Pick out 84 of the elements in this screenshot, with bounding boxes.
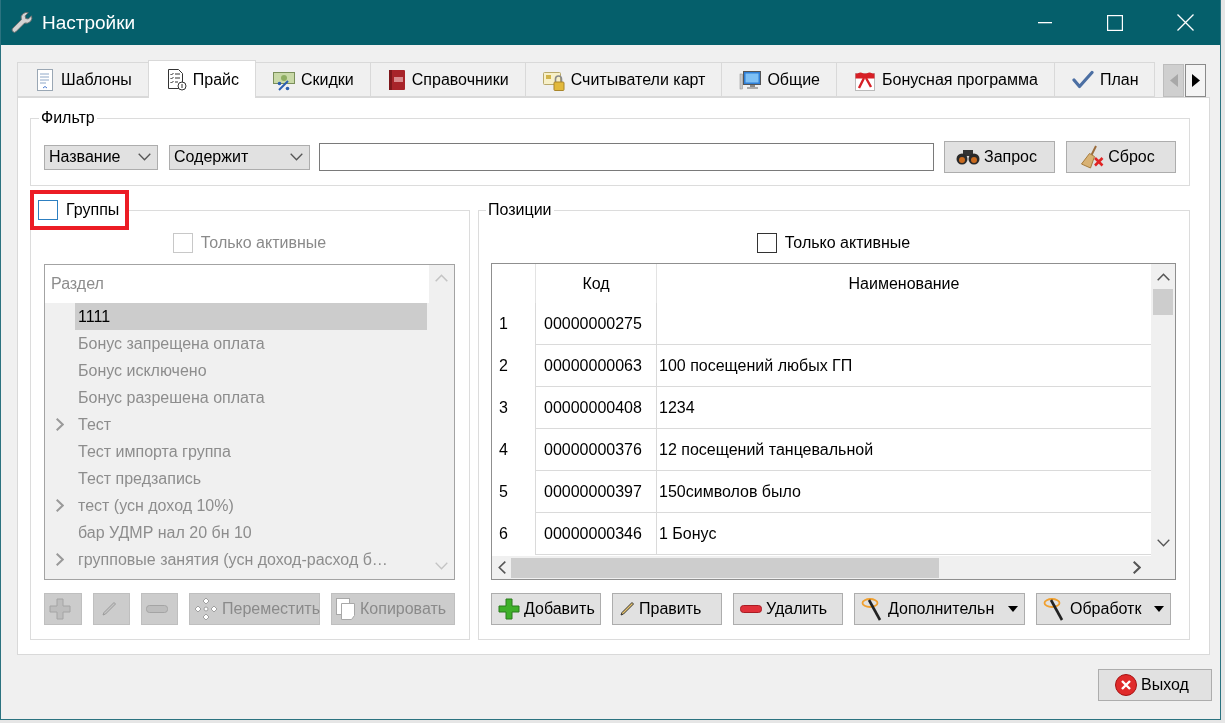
chevron-right-icon (1133, 561, 1141, 574)
checklist-document-icon (165, 68, 187, 91)
checkbox[interactable] (756, 233, 777, 253)
chevron-down-icon (290, 153, 303, 161)
triangle-left-icon (1169, 74, 1178, 87)
monitor-icon (739, 68, 762, 91)
tab[interactable]: Общие (721, 62, 837, 97)
edit-button[interactable]: Править (612, 593, 722, 625)
window-title: Настройки (42, 11, 137, 34)
menu-button[interactable]: Обработк (1036, 593, 1171, 625)
tab-scroll-button[interactable] (1185, 64, 1206, 97)
copy-icon (336, 598, 356, 620)
column-header[interactable]: Код (535, 264, 656, 303)
table-cell: 00000000397 (535, 471, 656, 513)
add-button[interactable]: Добавить (491, 593, 601, 625)
maximize-icon (1107, 14, 1123, 31)
wand-icon (861, 597, 884, 621)
table-cell: 150символов было (656, 471, 1151, 513)
chevron-up-icon (1156, 273, 1170, 281)
checkbox-label[interactable]: Только активные (784, 234, 911, 252)
table-cell: 00000000063 (535, 345, 656, 387)
table-cell: 00000000376 (535, 429, 656, 471)
table-cell: 1234 (656, 387, 1151, 429)
chevron-down-icon (435, 562, 448, 570)
row-number: 4 (498, 440, 509, 460)
chevron-right-icon (56, 418, 64, 431)
column-header: Раздел (45, 265, 429, 303)
close-circle-icon (1115, 674, 1138, 696)
book-icon (387, 68, 406, 91)
filter-input[interactable] (319, 143, 934, 171)
wand-icon (1043, 597, 1066, 621)
row-number: 3 (498, 398, 509, 418)
row-number: 5 (498, 482, 509, 502)
table-cell: 00000000408 (535, 387, 656, 429)
close-icon (1176, 14, 1194, 31)
table-cell: 00000000275 (535, 303, 656, 345)
table-cell: 00000000346 (535, 513, 656, 555)
plus-icon (498, 598, 520, 620)
chevron-right-icon (56, 553, 64, 566)
query-button[interactable]: Запрос (944, 141, 1055, 173)
check-icon (1071, 69, 1094, 90)
menu-button[interactable]: Дополнительн (854, 593, 1025, 625)
wrench-icon (10, 10, 34, 35)
vertical-scrollbar[interactable] (1151, 264, 1175, 556)
group-title: Фильтр (40, 109, 96, 127)
caret-down-icon (1008, 606, 1018, 612)
row-number: 1 (498, 314, 509, 334)
remove-button[interactable]: Удалить (733, 593, 843, 625)
group-title: Позиции (487, 200, 553, 220)
tab[interactable]: Справочники (369, 62, 526, 97)
row-number: 6 (498, 524, 509, 544)
reset-button[interactable]: Сброс (1066, 141, 1176, 173)
tab[interactable]: Шаблоны (17, 62, 149, 97)
caret-down-icon (1154, 606, 1164, 612)
table-cell: 1 Бонус (656, 513, 1151, 555)
chevron-right-icon (56, 499, 64, 512)
minus-icon (740, 605, 762, 613)
tab[interactable]: Бонусная программа (836, 62, 1055, 97)
chevron-down-icon (138, 153, 151, 161)
row-number: 2 (498, 356, 509, 376)
condition-dropdown[interactable]: Содержит (169, 144, 310, 170)
tab[interactable]: Считыватели карт (524, 62, 723, 97)
broom-icon (1081, 145, 1105, 169)
triangle-right-icon (1191, 74, 1200, 87)
document-icon (35, 68, 55, 91)
field-dropdown[interactable]: Название (44, 144, 158, 170)
binoculars-icon (956, 149, 980, 165)
tab[interactable]: Прайс (147, 60, 256, 98)
scrollbar-thumb[interactable] (1153, 289, 1173, 315)
chevron-left-icon (498, 561, 506, 574)
tab[interactable]: План (1053, 62, 1156, 97)
pencil-icon (619, 601, 635, 617)
table-cell: 12 посещений танцевальной (656, 429, 1151, 471)
pencil-icon (100, 601, 117, 617)
minus-icon (145, 605, 168, 613)
exit-button[interactable]: Выход (1098, 669, 1212, 701)
tab[interactable]: Скидки (255, 62, 371, 97)
minimize-icon (1038, 21, 1052, 24)
table-cell: 100 посещений любых ГП (656, 345, 1151, 387)
move-arrows-icon (194, 597, 218, 621)
plus-icon (49, 598, 71, 620)
chevron-up-icon (435, 274, 448, 282)
chevron-down-icon (1156, 539, 1170, 547)
scrollbar-thumb[interactable] (511, 557, 939, 578)
